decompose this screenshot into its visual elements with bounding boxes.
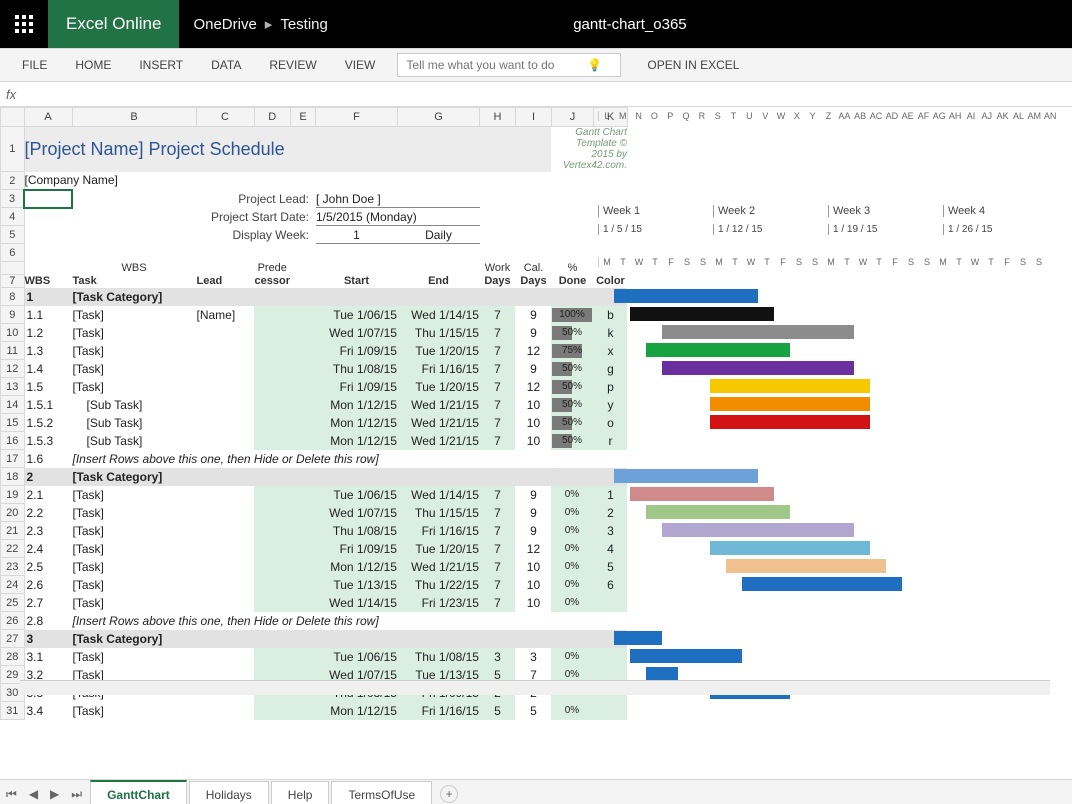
breadcrumb: OneDrive ▸ Testing	[193, 15, 327, 33]
gantt-bar[interactable]	[662, 361, 854, 375]
grid[interactable]: A BCDEFGHIJK 1[Project Name] Project Sch…	[0, 107, 628, 720]
formula-input[interactable]	[22, 86, 1066, 102]
gantt-bar[interactable]	[614, 469, 758, 483]
gantt-bar[interactable]	[742, 577, 902, 591]
sheet-tab-gantt[interactable]: GanttChart	[90, 780, 187, 804]
week-labels: Week 1Week 2Week 3Week 4	[598, 199, 1058, 217]
gantt-bar[interactable]	[646, 667, 678, 681]
sheet-area: A BCDEFGHIJK 1[Project Name] Project Sch…	[0, 107, 1072, 779]
week-dates: 1 / 5 / 151 / 12 / 151 / 19 / 151 / 26 /…	[598, 217, 1058, 235]
breadcrumb-root[interactable]: OneDrive	[193, 16, 256, 33]
tab-insert[interactable]: INSERT	[125, 49, 197, 81]
document-name[interactable]: gantt-chart_o365	[328, 16, 932, 33]
gantt-area: LMNOPQRSTUVWXYZAAABACADAEAFAGAHAIAJAKALA…	[598, 126, 1058, 271]
chevron-right-icon: ▸	[265, 15, 273, 33]
gantt-bar[interactable]	[710, 415, 870, 429]
gantt-bar[interactable]	[614, 289, 758, 303]
tab-review[interactable]: REVIEW	[255, 49, 330, 81]
gantt-bar[interactable]	[662, 523, 854, 537]
formula-bar: fx	[0, 82, 1072, 107]
column-headers[interactable]: A BCDEFGHIJK	[1, 108, 628, 127]
day-letters: MTWTFSSMTWTFSSMTWTFSSMTWTFSS	[598, 253, 1058, 271]
tab-data[interactable]: DATA	[197, 49, 255, 81]
gantt-bar[interactable]	[662, 325, 854, 339]
gantt-bar[interactable]	[630, 307, 774, 321]
gantt-bar[interactable]	[710, 541, 870, 555]
sheet-nav-first[interactable]: ⏮	[0, 787, 23, 802]
open-in-excel[interactable]: OPEN IN EXCEL	[647, 58, 739, 72]
sheet-tabs-bar: ⏮ ◀ ▶ ⏭ GanttChart Holidays Help TermsOf…	[0, 779, 1072, 804]
gantt-bar[interactable]	[646, 505, 790, 519]
tell-me-box[interactable]: 💡	[397, 53, 621, 77]
gantt-col-letters: LMNOPQRSTUVWXYZAAABACADAEAFAGAHAIAJAKALA…	[598, 107, 1058, 125]
tab-file[interactable]: FILE	[8, 49, 61, 81]
sheet-nav-next[interactable]: ▶	[44, 787, 65, 801]
sheet-tab-help[interactable]: Help	[271, 781, 330, 804]
sheet-nav-last[interactable]: ⏭	[65, 787, 88, 802]
ribbon: FILE HOME INSERT DATA REVIEW VIEW 💡 OPEN…	[0, 48, 1072, 82]
titlebar: Excel Online OneDrive ▸ Testing gantt-ch…	[0, 0, 1072, 48]
scrollbar-horizontal[interactable]	[20, 680, 1050, 695]
gantt-bar[interactable]	[630, 487, 774, 501]
fx-label: fx	[6, 87, 16, 102]
tab-view[interactable]: VIEW	[331, 49, 390, 81]
add-sheet-button[interactable]: +	[440, 785, 458, 803]
gantt-bar[interactable]	[614, 631, 662, 645]
app-launcher-icon[interactable]	[0, 0, 48, 48]
gantt-bar[interactable]	[630, 649, 742, 663]
brand: Excel Online	[48, 0, 179, 48]
sheet-tab-holidays[interactable]: Holidays	[189, 781, 269, 804]
gantt-bar[interactable]	[710, 379, 870, 393]
breadcrumb-folder[interactable]: Testing	[280, 16, 328, 33]
col-A[interactable]: A	[24, 108, 72, 127]
gantt-bar[interactable]	[646, 343, 790, 357]
lightbulb-icon: 💡	[587, 58, 602, 72]
sheet-nav-prev[interactable]: ◀	[23, 787, 44, 801]
tab-home[interactable]: HOME	[61, 49, 125, 81]
gantt-bar[interactable]	[710, 397, 870, 411]
gantt-bar[interactable]	[726, 559, 886, 573]
tell-me-input[interactable]	[404, 57, 583, 73]
sheet-tab-terms[interactable]: TermsOfUse	[331, 781, 432, 804]
